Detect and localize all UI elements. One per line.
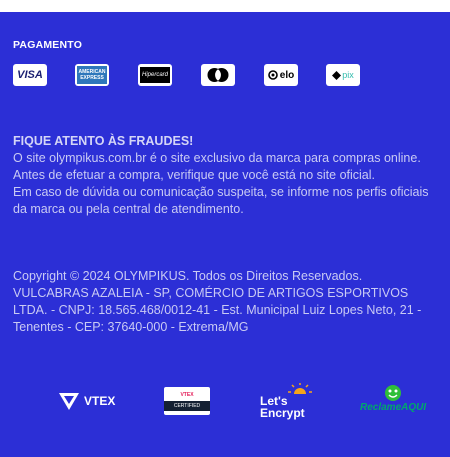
copyright-block: Copyright © 2024 OLYMPIKUS. Todos os Dir…	[13, 268, 438, 336]
vtex-cert-top-label: VTEX	[180, 391, 194, 398]
fraud-paragraph-2: Em caso de dúvida ou comunicação suspeit…	[13, 185, 429, 216]
payment-title: PAGAMENTO	[13, 39, 83, 51]
pix-label: pix	[342, 70, 354, 80]
fraud-title: FIQUE ATENTO ÀS FRAUDES!	[13, 134, 194, 148]
copyright-text: Copyright © 2024 OLYMPIKUS. Todos os Dir…	[13, 269, 363, 283]
fraud-paragraph-1: O site olympikus.com.br é o site exclusi…	[13, 151, 421, 182]
hipercard-label: Hipercard	[140, 67, 170, 83]
vtex-logo-icon	[59, 393, 79, 410]
mastercard-icon	[201, 64, 235, 86]
lets-encrypt-line-2: Encrypt	[260, 406, 305, 420]
amex-label-bottom: EXPRESS	[80, 75, 104, 81]
pix-icon: pix	[326, 64, 360, 86]
fraud-warning: FIQUE ATENTO ÀS FRAUDES! O site olympiku…	[13, 133, 438, 218]
company-info: VULCABRAS AZALEIA - SP, COMÉRCIO DE ARTI…	[13, 286, 422, 334]
site-footer: PAGAMENTO VISA AMERICAN EXPRESS Hipercar…	[0, 12, 450, 457]
vtex-cert-bottom-label: CERTIFIED	[164, 400, 210, 411]
amex-icon: AMERICAN EXPRESS	[75, 64, 109, 86]
hipercard-icon: Hipercard	[138, 64, 172, 86]
vtex-certified-badge[interactable]: VTEX CERTIFIED	[164, 387, 210, 415]
visa-label: VISA	[17, 69, 43, 81]
reclame-aqui-label: ReclameAQUI	[360, 402, 427, 413]
elo-label: elo	[279, 69, 295, 81]
vtex-badge[interactable]: VTEX	[58, 391, 115, 411]
reclame-aqui-mascot-icon	[385, 385, 402, 401]
elo-icon: elo	[264, 64, 298, 86]
trust-badges: VTEX VTEX CERTIFIED Let's Encrypt Reclam…	[0, 378, 450, 428]
sun-icon	[288, 383, 312, 394]
reclame-aqui-badge[interactable]: ReclameAQUI	[360, 384, 426, 413]
vtex-label: VTEX	[84, 394, 116, 408]
lets-encrypt-badge[interactable]: Let's Encrypt	[260, 383, 312, 419]
visa-icon: VISA	[13, 64, 47, 86]
